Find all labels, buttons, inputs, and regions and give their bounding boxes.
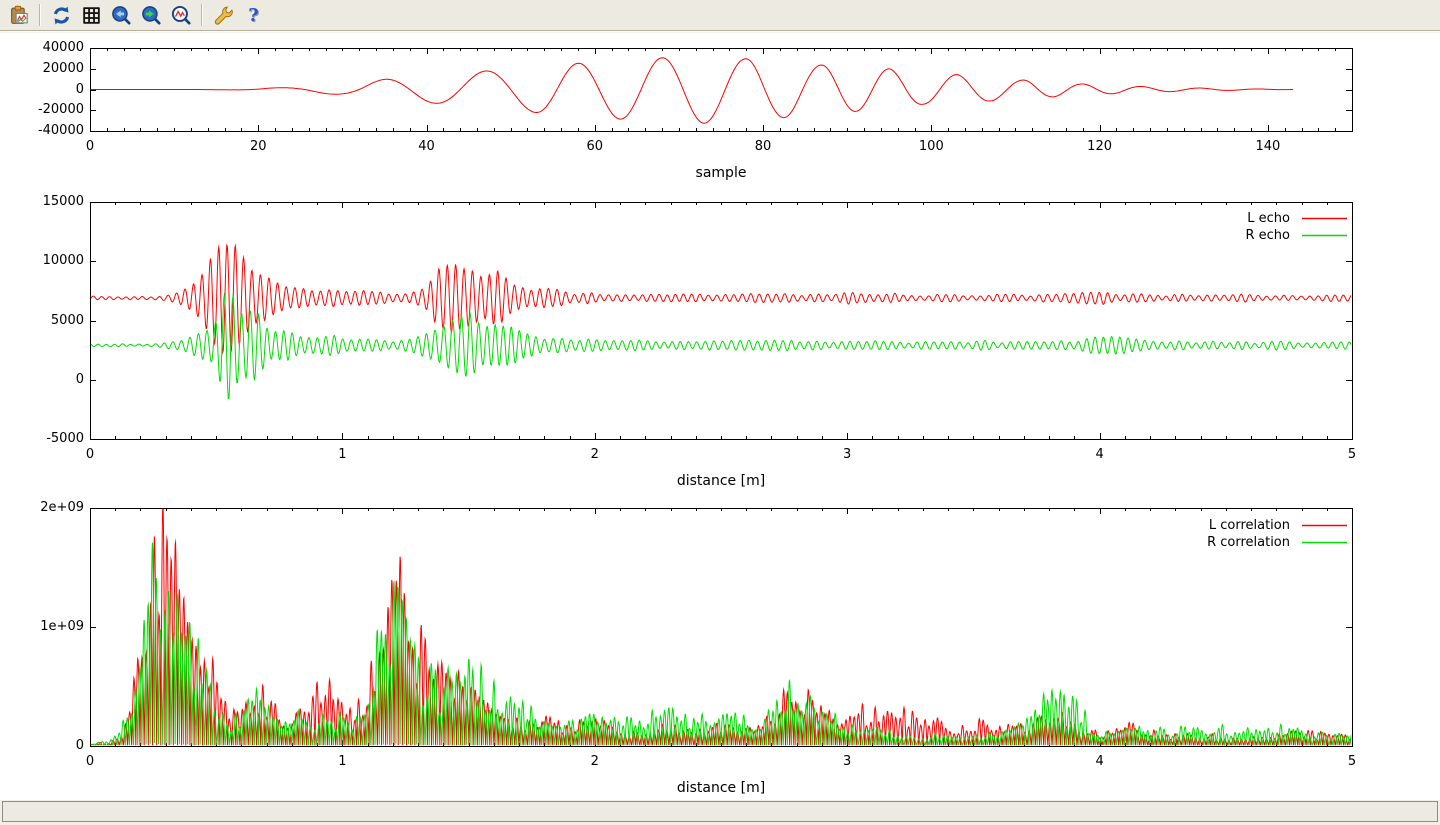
x-tick-label: 20 <box>228 140 288 154</box>
x-axis-title: distance [m] <box>90 781 1352 795</box>
toggle-grid-button[interactable] <box>78 2 104 28</box>
replot-button[interactable] <box>48 2 74 28</box>
grid-icon <box>81 5 102 26</box>
y-tick-label: 10000 <box>4 254 84 268</box>
x-tick-label: 3 <box>817 755 877 769</box>
correlation-chart: distance [m] L correlation R correlation… <box>0 495 1440 800</box>
help-button[interactable]: ? ? <box>240 2 266 28</box>
x-tick-label: 60 <box>565 140 625 154</box>
y-tick-label: 5000 <box>4 314 84 328</box>
x-tick-label: 120 <box>1070 140 1130 154</box>
x-tick-label: 0 <box>60 755 120 769</box>
y-tick-label: 2e+09 <box>4 501 84 515</box>
echo-signals-chart: distance [m] L echo R echo 0 1 2 3 4 5 -5000 0 5… <box>0 183 1440 495</box>
x-tick-label: 100 <box>901 140 961 154</box>
y-tick-label: 15000 <box>4 195 84 209</box>
x-tick-label: 80 <box>733 140 793 154</box>
svg-text:?: ? <box>248 5 258 26</box>
y-tick-label: 20000 <box>4 62 84 76</box>
zoom-previous-button[interactable] <box>108 2 134 28</box>
legend-entry: R echo <box>1245 227 1347 244</box>
x-tick-label: 4 <box>1070 755 1130 769</box>
toolbar-separator <box>201 4 203 26</box>
copy-to-clipboard-button[interactable] <box>6 2 32 28</box>
legend: L echo R echo <box>1245 210 1347 244</box>
x-tick-label: 40 <box>397 140 457 154</box>
sample-waveform-plot[interactable] <box>0 33 1440 183</box>
toolbar-separator <box>39 4 41 26</box>
legend-line-sample <box>1302 210 1347 227</box>
configure-button[interactable] <box>210 2 236 28</box>
x-tick-label: 2 <box>565 755 625 769</box>
legend-label: L echo <box>1247 211 1290 226</box>
excitation-waveform-chart: sample 0 20 40 60 80 100 120 140 -40000 -20000 0 20… <box>0 33 1440 183</box>
toolbar: ? ? <box>0 0 1440 31</box>
legend-line-sample <box>1302 227 1347 244</box>
zoom-autoscale-icon <box>171 5 192 26</box>
x-tick-label: 5 <box>1322 448 1382 462</box>
x-tick-label: 5 <box>1322 755 1382 769</box>
status-bar <box>2 801 1438 822</box>
zoom-previous-icon <box>111 5 132 26</box>
plot-canvas-area: sample 020406080100120140-40000-20000020… <box>0 33 1440 800</box>
y-tick-label: -5000 <box>4 432 84 446</box>
x-axis-title: sample <box>90 166 1352 180</box>
x-tick-label: 4 <box>1070 448 1130 462</box>
x-tick-label: 1 <box>312 755 372 769</box>
legend-entry: L echo <box>1245 210 1347 227</box>
x-tick-label: 0 <box>60 140 120 154</box>
x-tick-label: 1 <box>312 448 372 462</box>
legend-label: L correlation <box>1209 518 1290 533</box>
x-tick-label: 2 <box>565 448 625 462</box>
y-tick-label: -40000 <box>4 124 84 138</box>
y-tick-label: 0 <box>4 739 84 753</box>
echo-plot[interactable] <box>0 183 1440 495</box>
wrench-icon <box>213 5 234 26</box>
y-tick-label: -20000 <box>4 103 84 117</box>
x-axis-title: distance [m] <box>90 474 1352 488</box>
x-tick-label: 140 <box>1238 140 1298 154</box>
x-tick-label: 0 <box>60 448 120 462</box>
legend-entry: L correlation <box>1207 517 1347 534</box>
x-tick-label: 3 <box>817 448 877 462</box>
legend-label: R echo <box>1245 228 1290 243</box>
y-tick-label: 1e+09 <box>4 620 84 634</box>
autoscale-button[interactable] <box>168 2 194 28</box>
zoom-next-icon <box>141 5 162 26</box>
legend-label: R correlation <box>1207 535 1290 550</box>
y-tick-label: 0 <box>4 83 84 97</box>
legend: L correlation R correlation <box>1207 517 1347 551</box>
y-tick-label: 0 <box>4 373 84 387</box>
legend-entry: R correlation <box>1207 534 1347 551</box>
zoom-next-button[interactable] <box>138 2 164 28</box>
refresh-icon <box>51 5 72 26</box>
help-icon: ? ? <box>243 5 264 26</box>
legend-line-sample <box>1302 517 1347 534</box>
legend-line-sample <box>1302 534 1347 551</box>
clipboard-plot-icon <box>9 5 30 26</box>
y-tick-label: 40000 <box>4 41 84 55</box>
